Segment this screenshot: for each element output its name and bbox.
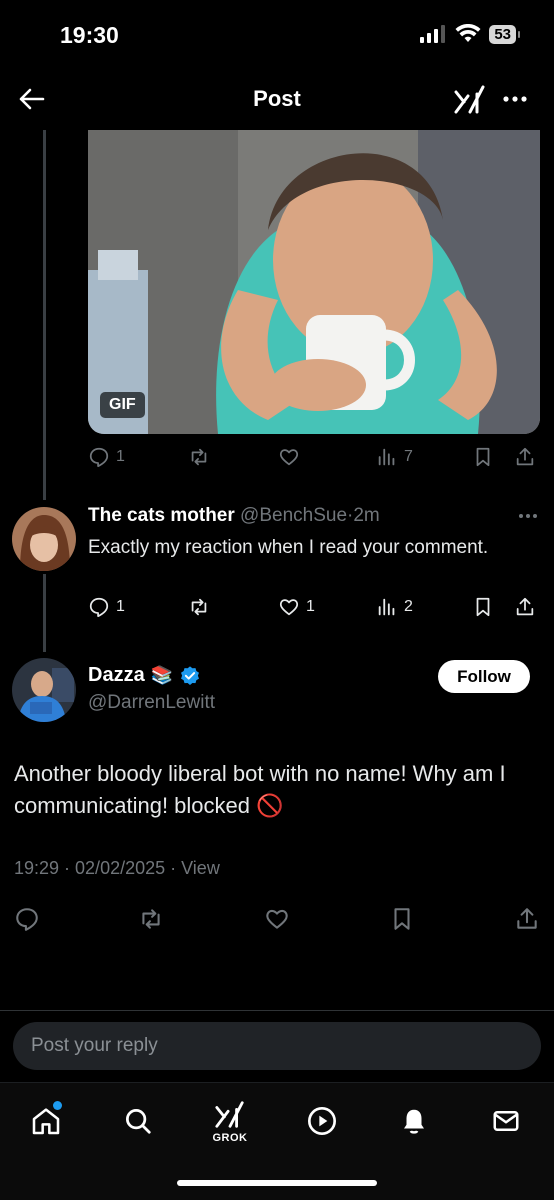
bookmark-icon xyxy=(476,447,490,467)
post-time: 2m xyxy=(353,505,380,526)
repost-icon xyxy=(191,448,207,466)
reply-button[interactable]: 1 xyxy=(88,446,125,468)
bookmark-button[interactable] xyxy=(385,902,419,936)
post-timestamp: 19:29 · 02/02/2025 · xyxy=(14,858,182,878)
views-icon xyxy=(378,448,395,466)
views-button[interactable]: 7 xyxy=(376,446,413,468)
notification-dot xyxy=(53,1101,62,1110)
grok-button[interactable] xyxy=(452,82,488,118)
gif-badge: GIF xyxy=(100,392,145,418)
main-post-actions xyxy=(0,902,554,936)
author-name: Dazza xyxy=(88,664,145,686)
views-icon xyxy=(378,598,395,616)
reply-author-line: The cats mother @BenchSue·2m xyxy=(88,505,380,527)
reply-button[interactable]: 1 xyxy=(88,596,125,618)
repost-button[interactable] xyxy=(134,902,168,936)
grok-icon xyxy=(215,1100,244,1128)
more-icon xyxy=(503,96,527,102)
reply-count: 1 xyxy=(116,598,125,615)
share-icon xyxy=(516,597,534,616)
post-meta: 19:29 · 02/02/2025 · View xyxy=(14,858,220,879)
status-time: 19:30 xyxy=(60,22,119,48)
bookmark-button[interactable] xyxy=(472,446,494,468)
more-options-button[interactable] xyxy=(498,84,532,114)
nav-video[interactable] xyxy=(298,1097,346,1145)
status-icons: 53 xyxy=(419,24,520,44)
avatar-image xyxy=(12,658,76,722)
mail-icon xyxy=(493,1111,519,1131)
reply-tweet-actions: 1 1 2 xyxy=(88,596,538,626)
repost-button[interactable] xyxy=(188,446,210,468)
home-indicator xyxy=(177,1180,377,1186)
share-button[interactable] xyxy=(514,446,536,468)
like-button[interactable] xyxy=(260,902,294,936)
thread-line xyxy=(43,574,46,652)
gif-media[interactable]: GIF xyxy=(88,130,540,434)
main-author-name-row[interactable]: Dazza 📚 xyxy=(88,664,201,687)
share-icon xyxy=(516,447,534,466)
heart-icon xyxy=(279,599,299,616)
bell-icon xyxy=(404,1109,424,1134)
views-count: 2 xyxy=(404,598,413,615)
avatar[interactable] xyxy=(12,658,76,722)
wifi-icon xyxy=(455,24,481,42)
bookmark-icon xyxy=(394,908,410,930)
bookmark-button[interactable] xyxy=(472,596,494,618)
grok-icon xyxy=(454,85,485,114)
nav-search[interactable] xyxy=(114,1097,162,1145)
view-link[interactable]: View xyxy=(181,858,220,878)
reply-icon xyxy=(89,597,109,618)
reply-icon xyxy=(89,447,109,468)
signal-icon xyxy=(420,25,446,43)
divider xyxy=(0,1010,554,1011)
gif-image xyxy=(88,130,540,434)
repost-icon xyxy=(142,909,160,929)
nav-notifications[interactable] xyxy=(390,1097,438,1145)
share-button[interactable] xyxy=(510,902,544,936)
bookmark-icon xyxy=(476,597,490,617)
status-bar: 19:30 53 xyxy=(0,0,554,70)
reply-icon xyxy=(16,908,38,931)
views-count: 7 xyxy=(404,448,413,465)
author-name[interactable]: The cats mother xyxy=(88,505,235,526)
like-button[interactable] xyxy=(278,446,300,468)
reply-more-button[interactable] xyxy=(514,504,542,528)
share-icon xyxy=(517,908,537,929)
books-emoji: 📚 xyxy=(150,665,174,685)
reply-count: 1 xyxy=(116,448,125,465)
heart-icon xyxy=(266,909,288,929)
top-bar: Post xyxy=(0,70,554,130)
follow-button[interactable]: Follow xyxy=(438,660,530,693)
gif-tweet-actions: 1 7 xyxy=(88,446,538,476)
grok-label: GROK xyxy=(212,1131,248,1144)
thread-line xyxy=(43,130,46,500)
nav-messages[interactable] xyxy=(482,1097,530,1145)
reply-input[interactable] xyxy=(13,1022,541,1070)
avatar[interactable] xyxy=(12,507,76,571)
author-handle[interactable]: @BenchSue xyxy=(240,505,347,526)
repost-button[interactable] xyxy=(188,596,210,618)
search-icon xyxy=(126,1109,151,1134)
share-button[interactable] xyxy=(514,596,536,618)
verified-badge-icon xyxy=(181,665,200,685)
like-button[interactable]: 1 xyxy=(278,596,315,618)
play-icon xyxy=(308,1107,336,1135)
more-icon xyxy=(519,514,537,518)
like-count: 1 xyxy=(306,598,315,615)
views-button[interactable]: 2 xyxy=(376,596,413,618)
battery-indicator: 53 xyxy=(489,24,520,44)
post-text: Another bloody liberal bot with no name!… xyxy=(14,761,506,818)
nav-grok[interactable]: GROK xyxy=(206,1097,254,1145)
nav-home[interactable] xyxy=(22,1097,70,1145)
reply-button[interactable] xyxy=(10,902,44,936)
avatar-image xyxy=(12,507,76,571)
heart-icon xyxy=(279,449,299,466)
repost-icon xyxy=(191,598,207,616)
reply-text: Exactly my reaction when I read your com… xyxy=(88,537,489,558)
author-handle[interactable]: @DarrenLewitt xyxy=(88,692,215,714)
